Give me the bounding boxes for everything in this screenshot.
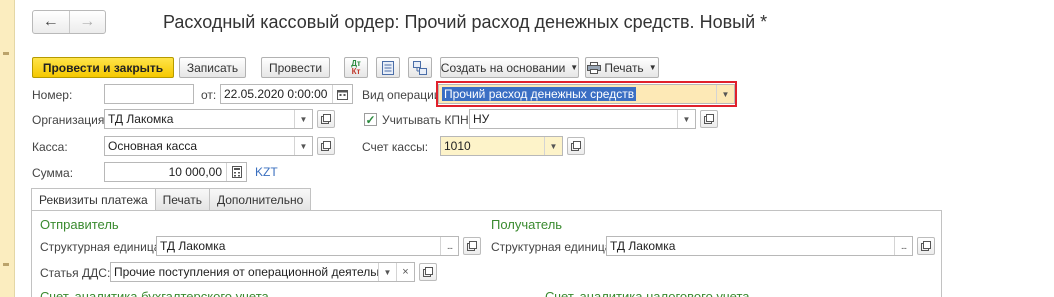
operation-label: Вид операции: [362, 88, 444, 102]
dt-kt-button[interactable]: Дт Кт [344, 57, 368, 78]
sum-field[interactable]: 10 000,00 [104, 162, 247, 182]
checkmark-icon: ✓ [365, 112, 376, 127]
receiver-unit-field[interactable]: ТД Лакомка ... [606, 236, 913, 256]
dt-kt-icon: Дт Кт [351, 59, 361, 76]
select-dots-icon[interactable]: ... [440, 237, 458, 255]
open-icon [321, 114, 331, 124]
open-icon [571, 141, 581, 151]
calculator-icon[interactable] [226, 163, 246, 181]
cash-value: Основная касса [108, 139, 198, 153]
cash-label: Касса: [32, 140, 68, 154]
clear-icon[interactable]: × [396, 263, 414, 281]
organization-label: Организация: [32, 113, 108, 127]
receiver-unit-value: ТД Лакомка [610, 239, 676, 253]
kpn-checkbox[interactable]: ✓ [364, 112, 377, 127]
open-icon [321, 141, 331, 151]
open-cash-account-button[interactable] [567, 137, 585, 155]
chevron-down-icon[interactable]: ▼ [544, 137, 562, 155]
kpn-value: НУ [473, 112, 490, 126]
cash-account-label: Счет кассы: [362, 140, 429, 154]
receiver-unit-label: Структурная единица: [491, 240, 615, 254]
printer-icon [587, 61, 602, 74]
tab-bar: Реквизиты платежа Печать Дополнительно [31, 188, 312, 211]
receiver-heading: Получатель [491, 217, 563, 232]
open-icon [467, 241, 477, 251]
sender-unit-value: ТД Лакомка [160, 239, 226, 253]
open-sender-unit-button[interactable] [463, 237, 481, 255]
chevron-down-icon[interactable]: ▼ [677, 110, 695, 128]
sender-unit-label: Структурная единица: [40, 240, 164, 254]
page-title: Расходный кассовый ордер: Прочий расход … [163, 12, 768, 32]
cash-account-field[interactable]: 1010 ▼ [440, 136, 563, 156]
document-list-button[interactable] [376, 57, 400, 78]
currency-link[interactable]: KZT [255, 165, 278, 179]
chevron-down-icon: ▼ [570, 63, 579, 72]
kt-label: Кт [351, 66, 361, 76]
dds-label: Статья ДДС: [40, 266, 111, 280]
highlight-frame [436, 81, 737, 107]
select-dots-icon[interactable]: ... [894, 237, 912, 255]
open-icon [423, 267, 433, 277]
sender-heading: Отправитель [40, 217, 119, 232]
forward-button[interactable]: → [68, 11, 106, 33]
structure-button[interactable] [408, 57, 432, 78]
document-list-icon [382, 60, 394, 75]
panel-marker [3, 263, 9, 266]
chevron-down-icon[interactable]: ▼ [294, 137, 312, 155]
organization-value: ТД Лакомка [108, 112, 174, 126]
sum-value: 10 000,00 [168, 165, 222, 179]
create-based-on-button[interactable]: Создать на основании ▼ [440, 57, 579, 78]
cash-field[interactable]: Основная касса ▼ [104, 136, 313, 156]
open-receiver-unit-button[interactable] [917, 237, 935, 255]
number-label: Номер: [32, 88, 73, 102]
open-icon [921, 241, 931, 251]
open-dds-button[interactable] [419, 263, 437, 281]
kpn-field[interactable]: НУ ▼ [469, 109, 696, 129]
dds-field[interactable]: Прочие поступления от операционной деяте… [110, 262, 415, 282]
back-button[interactable]: ← [33, 11, 69, 33]
number-field[interactable] [104, 84, 194, 104]
navigation-buttons: ← → [32, 10, 106, 34]
calendar-icon[interactable] [332, 85, 352, 103]
date-label: от: [201, 88, 217, 102]
create-based-on-label: Создать на основании [440, 60, 566, 75]
save-button[interactable]: Записать [179, 57, 246, 78]
dds-value: Прочие поступления от операционной деяте… [114, 265, 378, 279]
chevron-down-icon: ▼ [648, 63, 657, 72]
open-organization-button[interactable] [317, 110, 335, 128]
open-kpn-button[interactable] [700, 110, 718, 128]
print-label: Печать [604, 60, 644, 75]
cash-account-value: 1010 [444, 139, 471, 153]
open-cash-button[interactable] [317, 137, 335, 155]
sender-unit-field[interactable]: ТД Лакомка ... [156, 236, 459, 256]
organization-field[interactable]: ТД Лакомка ▼ [104, 109, 313, 129]
tab-print[interactable]: Печать [154, 188, 210, 210]
post-and-close-button[interactable]: Провести и закрыть [32, 57, 174, 78]
accounting-heading: Счет, аналитика бухгалтерского учета [40, 289, 269, 297]
chevron-down-icon[interactable]: ▼ [378, 263, 396, 281]
kpn-label: Учитывать КПН [382, 113, 469, 127]
date-field[interactable]: 22.05.2020 0:00:00 [220, 84, 353, 104]
chevron-down-icon[interactable]: ▼ [294, 110, 312, 128]
tab-payment-details[interactable]: Реквизиты платежа [31, 188, 156, 211]
tab-additional[interactable]: Дополнительно [208, 188, 312, 210]
post-button[interactable]: Провести [261, 57, 330, 78]
left-panel-strip [0, 0, 15, 297]
panel-marker [3, 52, 9, 55]
tax-heading: Счет, аналитика налогового учета [545, 289, 750, 297]
structure-icon [413, 60, 427, 75]
print-button[interactable]: Печать ▼ [585, 57, 659, 78]
open-icon [704, 114, 714, 124]
sum-label: Сумма: [32, 166, 74, 180]
date-value: 22.05.2020 0:00:00 [224, 87, 328, 101]
